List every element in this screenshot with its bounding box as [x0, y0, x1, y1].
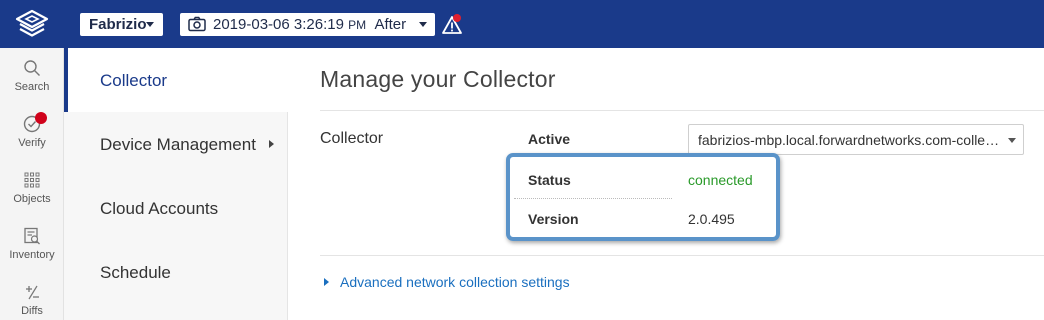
status-value: connected: [688, 172, 753, 188]
search-icon: [24, 60, 40, 76]
rail-item-objects[interactable]: Objects: [0, 160, 64, 216]
settings-nav: Collector Device Management Cloud Accoun…: [64, 48, 289, 320]
icon-rail: Search Verify Objects Inventory Diffs: [0, 48, 64, 320]
user-select[interactable]: Fabrizio: [80, 13, 163, 36]
rail-item-verify[interactable]: Verify: [0, 104, 64, 160]
nav-item-label: Device Management: [100, 135, 256, 154]
rail-label-diffs: Diffs: [21, 305, 43, 317]
app-logo-icon[interactable]: [14, 9, 50, 39]
collector-select[interactable]: fabrizios-mbp.local.forwardnetworks.com-…: [688, 124, 1024, 155]
snapshot-ampm: PM: [348, 18, 367, 32]
rail-label-objects: Objects: [13, 193, 51, 205]
divider: [320, 255, 1044, 256]
top-bar: Fabrizio 2019-03-06 3:26:19 PM After: [0, 0, 1044, 48]
rail-label-verify: Verify: [18, 137, 46, 149]
notification-dot: [453, 14, 461, 22]
nav-item-collector[interactable]: Collector: [64, 48, 289, 112]
nav-item-device-management[interactable]: Device Management: [64, 112, 288, 176]
user-select-value: Fabrizio: [89, 16, 147, 33]
advanced-settings-label: Advanced network collection settings: [340, 274, 570, 290]
nav-item-cloud-accounts[interactable]: Cloud Accounts: [64, 176, 288, 240]
page-title: Manage your Collector: [320, 66, 556, 92]
chevron-down-icon: [1008, 138, 1016, 143]
version-label: Version: [528, 211, 579, 227]
grid-icon: [24, 172, 40, 188]
advanced-settings-link[interactable]: Advanced network collection settings: [324, 274, 570, 290]
snapshot-mode: After: [374, 16, 407, 33]
rail-item-search[interactable]: Search: [0, 48, 64, 104]
status-highlight-box: [506, 153, 780, 241]
chevron-down-icon: [419, 22, 427, 27]
snapshot-datetime: 2019-03-06 3:26:19: [213, 16, 344, 33]
rail-label-search: Search: [14, 81, 50, 93]
rail-label-inventory: Inventory: [9, 249, 55, 261]
camera-icon: [188, 16, 206, 32]
nav-item-schedule[interactable]: Schedule: [64, 240, 288, 304]
verify-alert-badge: [35, 112, 47, 124]
section-label: Collector: [320, 130, 384, 147]
caret-right-icon: [324, 278, 329, 286]
divider: [320, 110, 1044, 111]
snapshot-select[interactable]: 2019-03-06 3:26:19 PM After: [180, 13, 435, 36]
nav-item-label: Cloud Accounts: [100, 199, 219, 218]
chevron-down-icon: [146, 22, 154, 27]
diff-icon: [26, 285, 39, 300]
nav-item-label: Collector: [100, 71, 168, 90]
version-value: 2.0.495: [688, 211, 735, 227]
active-label: Active: [528, 131, 571, 147]
inventory-icon: [24, 227, 40, 245]
status-label: Status: [528, 172, 571, 188]
rail-item-inventory[interactable]: Inventory: [0, 216, 64, 272]
rail-item-diffs[interactable]: Diffs: [0, 272, 64, 320]
nav-item-label: Schedule: [100, 263, 171, 282]
row-divider: [514, 198, 672, 199]
collector-select-value: fabrizios-mbp.local.forwardnetworks.com-…: [698, 132, 1000, 148]
chevron-right-icon: [269, 140, 274, 148]
